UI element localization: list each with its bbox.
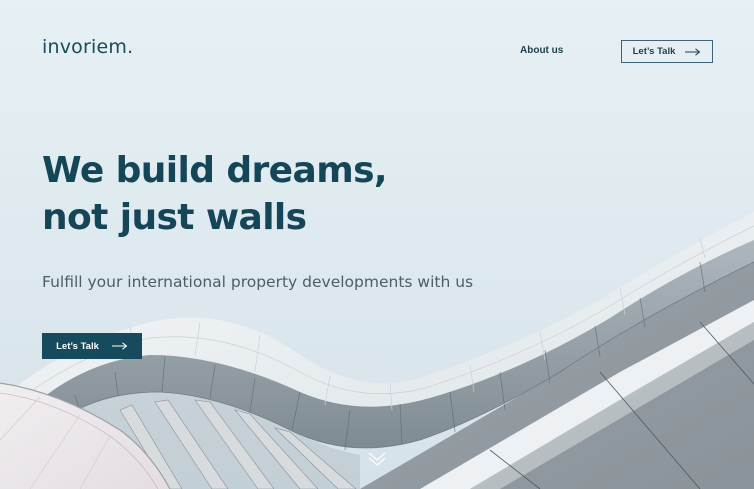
nav-about-link[interactable]: About us: [520, 45, 563, 56]
chevron-down-icon[interactable]: [366, 450, 388, 468]
hero-subheadline: Fulfill your international property deve…: [42, 273, 474, 291]
arrow-right-icon: [111, 342, 128, 350]
hero-headline-line1: We build dreams,: [42, 150, 388, 191]
hero-lets-talk-button[interactable]: Let’s Talk: [42, 333, 142, 359]
nav-lets-talk-button[interactable]: Let’s Talk: [621, 40, 713, 63]
hero-cta-label: Let’s Talk: [56, 340, 99, 352]
hero-building-image: [0, 212, 754, 489]
brand-logo[interactable]: invoriem.: [42, 36, 133, 58]
nav-cta-label: Let’s Talk: [632, 46, 676, 57]
hero-headline-line2: not just walls: [42, 197, 307, 238]
hero-headline: We build dreams, not just walls: [42, 147, 388, 241]
arrow-right-icon: [685, 47, 701, 56]
